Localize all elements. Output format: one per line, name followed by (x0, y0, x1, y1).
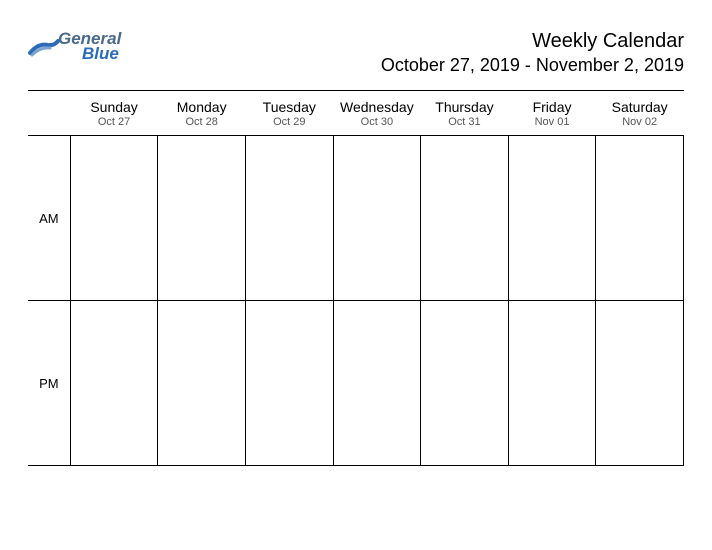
logo-swoosh-icon (28, 35, 60, 59)
date-header-saturday: Nov 02 (596, 116, 684, 136)
day-header-wednesday: Wednesday (333, 91, 421, 117)
date-header-monday: Oct 28 (158, 116, 246, 136)
day-header-thursday: Thursday (421, 91, 509, 117)
day-name-row: Sunday Monday Tuesday Wednesday Thursday… (28, 91, 684, 117)
document-header: General Blue Weekly Calendar October 27,… (28, 30, 684, 76)
title-section: Weekly Calendar October 27, 2019 - Novem… (381, 30, 684, 76)
cell-sunday-am (70, 136, 158, 301)
day-header-friday: Friday (508, 91, 596, 117)
cell-thursday-pm (421, 301, 509, 466)
cell-saturday-am (596, 136, 684, 301)
time-label-am: AM (28, 136, 70, 301)
time-label-pm: PM (28, 301, 70, 466)
day-date-row: Oct 27 Oct 28 Oct 29 Oct 30 Oct 31 Nov 0… (28, 116, 684, 136)
day-header-saturday: Saturday (596, 91, 684, 117)
am-row: AM (28, 136, 684, 301)
calendar-title: Weekly Calendar (381, 30, 684, 53)
day-header-monday: Monday (158, 91, 246, 117)
cell-wednesday-pm (333, 301, 421, 466)
cell-saturday-pm (596, 301, 684, 466)
cell-tuesday-pm (245, 301, 333, 466)
time-col-header (28, 91, 70, 117)
calendar-date-range: October 27, 2019 - November 2, 2019 (381, 55, 684, 76)
cell-monday-am (158, 136, 246, 301)
date-header-wednesday: Oct 30 (333, 116, 421, 136)
cell-friday-pm (508, 301, 596, 466)
day-header-sunday: Sunday (70, 91, 158, 117)
date-header-tuesday: Oct 29 (245, 116, 333, 136)
pm-row: PM (28, 301, 684, 466)
logo: General Blue (28, 30, 121, 62)
weekly-calendar-table: Sunday Monday Tuesday Wednesday Thursday… (28, 90, 684, 466)
cell-sunday-pm (70, 301, 158, 466)
cell-friday-am (508, 136, 596, 301)
date-header-thursday: Oct 31 (421, 116, 509, 136)
date-header-sunday: Oct 27 (70, 116, 158, 136)
cell-monday-pm (158, 301, 246, 466)
day-header-tuesday: Tuesday (245, 91, 333, 117)
logo-text: General Blue (58, 30, 121, 62)
date-header-friday: Nov 01 (508, 116, 596, 136)
cell-thursday-am (421, 136, 509, 301)
time-col-spacer (28, 116, 70, 136)
cell-wednesday-am (333, 136, 421, 301)
logo-text-bottom: Blue (82, 45, 121, 62)
cell-tuesday-am (245, 136, 333, 301)
